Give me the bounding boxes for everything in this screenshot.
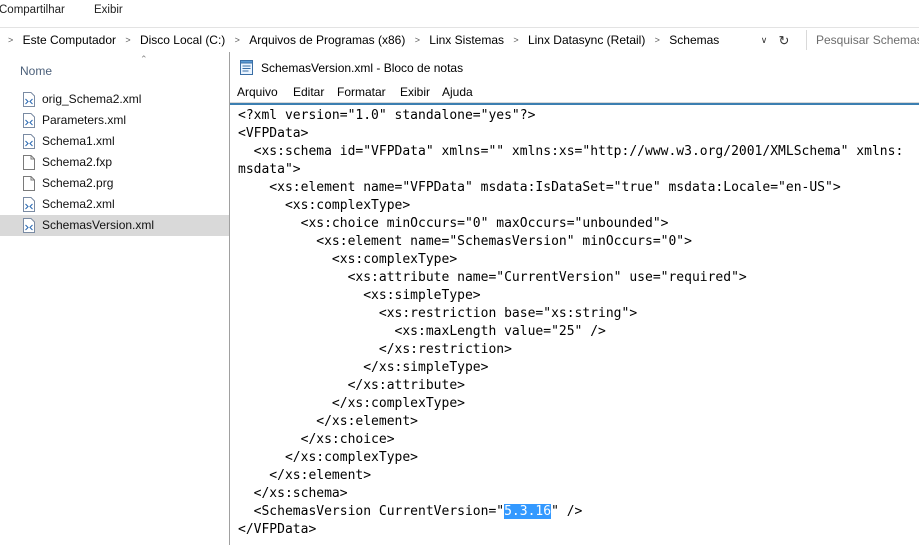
- version-line: <SchemasVersion CurrentVersion="5.3.16" …: [238, 504, 582, 519]
- text-line: </xs:restriction>: [238, 342, 512, 357]
- text-line: msdata">: [238, 162, 301, 177]
- text-line: </xs:complexType>: [238, 450, 419, 465]
- xml-file-icon: [23, 197, 35, 212]
- file-row[interactable]: Schema2.fxp: [0, 152, 229, 173]
- file-name: orig_Schema2.xml: [42, 92, 142, 106]
- file-row-selected[interactable]: SchemasVersion.xml: [0, 215, 229, 236]
- blank-file-icon: [23, 176, 35, 191]
- tab-compartilhar[interactable]: Compartilhar: [0, 4, 65, 16]
- text-line: <xs:element name="VFPData" msdata:IsData…: [238, 180, 841, 195]
- xml-file-icon: [23, 92, 35, 107]
- text-line: <VFPData>: [238, 126, 309, 141]
- chevron-down-icon[interactable]: ∨: [756, 32, 772, 49]
- file-name: Schema1.xml: [42, 134, 115, 148]
- chevron-right-icon[interactable]: >: [415, 32, 420, 49]
- text-line: </VFPData>: [238, 522, 317, 537]
- editor-content: <?xml version="1.0" standalone="yes"?> <…: [238, 107, 903, 539]
- notepad-titlebar[interactable]: SchemasVersion.xml - Bloco de notas: [230, 52, 919, 83]
- breadcrumb-este-computador[interactable]: Este Computador: [23, 32, 116, 49]
- version-line-prefix: <SchemasVersion CurrentVersion=": [238, 504, 505, 519]
- file-row[interactable]: Parameters.xml: [0, 110, 229, 131]
- selected-version-text[interactable]: 5.3.16: [504, 504, 552, 519]
- chevron-right-icon[interactable]: >: [235, 32, 240, 49]
- file-row[interactable]: Schema2.xml: [0, 194, 229, 215]
- text-line: <xs:element name="SchemasVersion" minOcc…: [238, 234, 692, 249]
- blank-file-icon: [23, 155, 35, 170]
- file-row[interactable]: Schema1.xml: [0, 131, 229, 152]
- tab-exibir[interactable]: Exibir: [94, 4, 123, 16]
- menu-ajuda[interactable]: Ajuda: [442, 85, 473, 99]
- file-row[interactable]: orig_Schema2.xml: [0, 89, 229, 110]
- address-bar[interactable]: > Este Computador > Disco Local (C:) > A…: [0, 27, 919, 54]
- text-line: </xs:attribute>: [238, 378, 465, 393]
- version-line-suffix: " />: [551, 504, 583, 519]
- menu-exibir[interactable]: Exibir: [400, 85, 430, 99]
- menu-editar[interactable]: Editar: [293, 85, 324, 99]
- ribbon-tabs: Compartilhar Exibir: [0, 0, 919, 24]
- text-line: </xs:element>: [238, 468, 372, 483]
- file-name: Schema2.xml: [42, 197, 115, 211]
- text-line: </xs:complexType>: [238, 396, 465, 411]
- file-list-pane: ⌃ Nome orig_Schema2.xml Parameters.xml S…: [0, 53, 229, 545]
- text-line: </xs:choice>: [238, 432, 395, 447]
- breadcrumb-linx-sistemas[interactable]: Linx Sistemas: [429, 32, 504, 49]
- text-line: <xs:simpleType>: [238, 288, 481, 303]
- file-row[interactable]: Schema2.prg: [0, 173, 229, 194]
- breadcrumb-arquivos-de-programas[interactable]: Arquivos de Programas (x86): [249, 32, 405, 49]
- text-editor[interactable]: <?xml version="1.0" standalone="yes"?> <…: [230, 103, 919, 547]
- breadcrumb: > Este Computador > Disco Local (C:) > A…: [8, 32, 719, 49]
- xml-file-icon: [23, 134, 35, 149]
- menu-arquivo[interactable]: Arquivo: [237, 85, 278, 99]
- file-name: Schema2.fxp: [42, 155, 113, 169]
- chevron-right-icon[interactable]: >: [655, 32, 660, 49]
- text-line: <xs:complexType>: [238, 252, 458, 267]
- menu-bar: Arquivo Editar Formatar Exibir Ajuda: [230, 83, 919, 103]
- breadcrumb-schemas[interactable]: Schemas: [669, 32, 719, 49]
- menu-formatar[interactable]: Formatar: [337, 85, 386, 99]
- notepad-window: SchemasVersion.xml - Bloco de notas Arqu…: [229, 52, 919, 545]
- text-line: <xs:choice minOccurs="0" maxOccurs="unbo…: [238, 216, 669, 231]
- column-header-label: Nome: [20, 64, 53, 78]
- refresh-icon[interactable]: ↻: [776, 32, 792, 49]
- text-line: <?xml version="1.0" standalone="yes"?>: [238, 108, 536, 123]
- breadcrumb-linx-datasync[interactable]: Linx Datasync (Retail): [528, 32, 645, 49]
- chevron-right-icon[interactable]: >: [513, 32, 518, 49]
- search-input[interactable]: Pesquisar Schemas: [806, 30, 919, 50]
- sort-arrow-icon: ⌃: [140, 54, 148, 64]
- text-line: </xs:simpleType>: [238, 360, 489, 375]
- text-line: <xs:restriction base="xs:string">: [238, 306, 638, 321]
- xml-file-icon: [23, 113, 35, 128]
- xml-file-icon: [23, 218, 35, 233]
- text-line: <xs:maxLength value="25" />: [238, 324, 606, 339]
- file-name: Parameters.xml: [42, 113, 127, 127]
- breadcrumb-disco-local[interactable]: Disco Local (C:): [140, 32, 225, 49]
- text-line: </xs:element>: [238, 414, 419, 429]
- file-list: orig_Schema2.xml Parameters.xml Schema1.…: [0, 89, 229, 236]
- file-name: Schema2.prg: [42, 176, 114, 190]
- notepad-icon: [240, 60, 253, 75]
- chevron-right-icon[interactable]: >: [8, 32, 13, 49]
- column-header-name[interactable]: ⌃ Nome: [0, 53, 229, 87]
- text-line: <xs:schema id="VFPData" xmlns="" xmlns:x…: [238, 144, 904, 159]
- text-line: </xs:schema>: [238, 486, 348, 501]
- chevron-right-icon[interactable]: >: [125, 32, 130, 49]
- file-name: SchemasVersion.xml: [42, 218, 155, 232]
- text-line: <xs:attribute name="CurrentVersion" use=…: [238, 270, 747, 285]
- window-title: SchemasVersion.xml - Bloco de notas: [261, 61, 464, 75]
- text-line: <xs:complexType>: [238, 198, 411, 213]
